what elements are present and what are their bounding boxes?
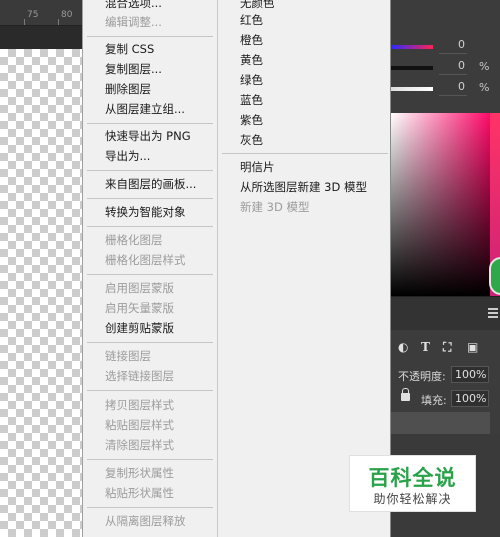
opacity-row: 不透明度: 100% [391, 363, 500, 387]
layer-row[interactable] [391, 412, 490, 434]
transparent-canvas[interactable] [0, 49, 82, 537]
menu-item-enable-vector-mask: 启用矢量蒙版 [105, 301, 174, 315]
menu-item-rasterize-layer-style: 栅格化图层样式 [105, 253, 186, 267]
menu-separator [222, 153, 388, 154]
menu-separator [87, 198, 213, 199]
fill-input[interactable]: 100% [451, 390, 489, 407]
menu-item-paste-layer-style: 粘贴图层样式 [105, 418, 174, 432]
color-slider-track[interactable] [391, 45, 433, 49]
ruler-mark: 75 [27, 10, 39, 20]
color-slider-row[interactable]: 0 % [391, 78, 500, 98]
opacity-label: 不透明度: [398, 370, 446, 383]
menu-item-copy-shape-attributes: 复制形状属性 [105, 466, 174, 480]
shape-filter-icon[interactable]: ⛶ [443, 340, 451, 355]
layer-context-menu: 混合选项... 编辑调整... 复制 CSS 复制图层... 删除图层 从图层建… [82, 0, 391, 537]
type-filter-icon[interactable]: T [421, 340, 430, 354]
adjustment-filter-icon[interactable]: ◐ [398, 340, 408, 354]
watermark-title: 百科全说 [368, 466, 457, 490]
context-menu-left-column: 混合选项... 编辑调整... 复制 CSS 复制图层... 删除图层 从图层建… [83, 0, 217, 537]
menu-item-orange[interactable]: 橙色 [218, 31, 392, 50]
menu-item-enable-layer-mask: 启用图层蒙版 [105, 281, 174, 295]
menu-separator [87, 170, 213, 171]
menu-item-red[interactable]: 红色 [218, 11, 392, 30]
menu-item-rasterize-layer: 栅格化图层 [105, 233, 163, 247]
menu-item-new-3d-model: 新建 3D 模型 [240, 200, 310, 214]
menu-item-violet[interactable]: 紫色 [218, 111, 392, 130]
menu-item-copy-layer-style: 拷贝图层样式 [105, 398, 174, 412]
menu-item-clear-layer-style: 清除图层样式 [105, 438, 174, 452]
color-slider-row[interactable]: 0 [391, 36, 500, 56]
menu-item-release-from-isolation: 从隔离图层释放 [105, 514, 186, 528]
menu-item-delete-layer[interactable]: 删除图层 [83, 80, 217, 99]
menu-separator [87, 226, 213, 227]
panel-header [391, 296, 500, 330]
menu-item-create-clipping-mask[interactable]: 创建剪贴蒙版 [83, 319, 217, 338]
menu-item-postcard[interactable]: 明信片 [218, 158, 392, 177]
menu-item-green[interactable]: 绿色 [218, 71, 392, 90]
color-picker-field[interactable] [391, 113, 490, 296]
menu-item-gray[interactable]: 灰色 [218, 131, 392, 150]
menu-item-copy-css[interactable]: 复制 CSS [83, 40, 217, 59]
menu-item-edit-adjustment: 编辑调整... [105, 15, 162, 29]
menu-item-paste-shape-attributes: 粘贴形状属性 [105, 486, 174, 500]
menu-separator [87, 390, 213, 391]
color-slider-unit: % [479, 60, 490, 73]
menu-item-yellow[interactable]: 黄色 [218, 51, 392, 70]
color-slider-track[interactable] [391, 66, 433, 70]
menu-separator [87, 507, 213, 508]
menu-item-blue[interactable]: 蓝色 [218, 91, 392, 110]
menu-item-artboard-from-layers[interactable]: 来自图层的画板... [83, 175, 217, 194]
menu-separator [87, 274, 213, 275]
watermark-subtitle: 助你轻松解决 [373, 492, 452, 506]
menu-item-quick-export-png[interactable]: 快速导出为 PNG [83, 127, 217, 146]
floating-badge-icon[interactable] [489, 257, 500, 295]
color-slider-row[interactable]: 0 % [391, 57, 500, 77]
color-slider-track[interactable] [391, 87, 433, 91]
document-tab-strip [0, 27, 82, 49]
color-slider-value[interactable]: 0 [439, 38, 467, 54]
color-slider-value[interactable]: 0 [439, 59, 467, 75]
menu-separator [87, 459, 213, 460]
menu-item-select-linked-layers: 选择链接图层 [105, 369, 174, 383]
menu-separator [87, 36, 213, 37]
menu-separator [87, 123, 213, 124]
fill-label: 填充: [421, 394, 447, 407]
menu-item-duplicate-layer[interactable]: 复制图层... [83, 60, 217, 79]
menu-item-group-from-layers[interactable]: 从图层建立组... [83, 100, 217, 119]
menu-separator [87, 342, 213, 343]
ruler-mark: 80 [61, 10, 73, 20]
color-slider-value[interactable]: 0 [439, 80, 467, 96]
menu-item-new-3d-from-selected[interactable]: 从所选图层新建 3D 模型 [218, 178, 392, 197]
watermark-logo: 百科全说 助你轻松解决 [349, 455, 476, 512]
horizontal-ruler: 75 80 [0, 0, 82, 26]
lock-icon[interactable] [401, 388, 410, 401]
menu-item-convert-smart-object[interactable]: 转换为智能对象 [83, 203, 217, 222]
menu-item-link-layers: 链接图层 [105, 349, 151, 363]
smart-object-filter-icon[interactable]: ▣ [467, 340, 478, 354]
panel-menu-icon[interactable] [488, 312, 498, 314]
menu-item-blending-options[interactable]: 混合选项... [83, 0, 217, 13]
color-slider-unit: % [479, 81, 490, 94]
opacity-input[interactable]: 100% [451, 366, 489, 383]
menu-item-export-as[interactable]: 导出为... [83, 147, 217, 166]
